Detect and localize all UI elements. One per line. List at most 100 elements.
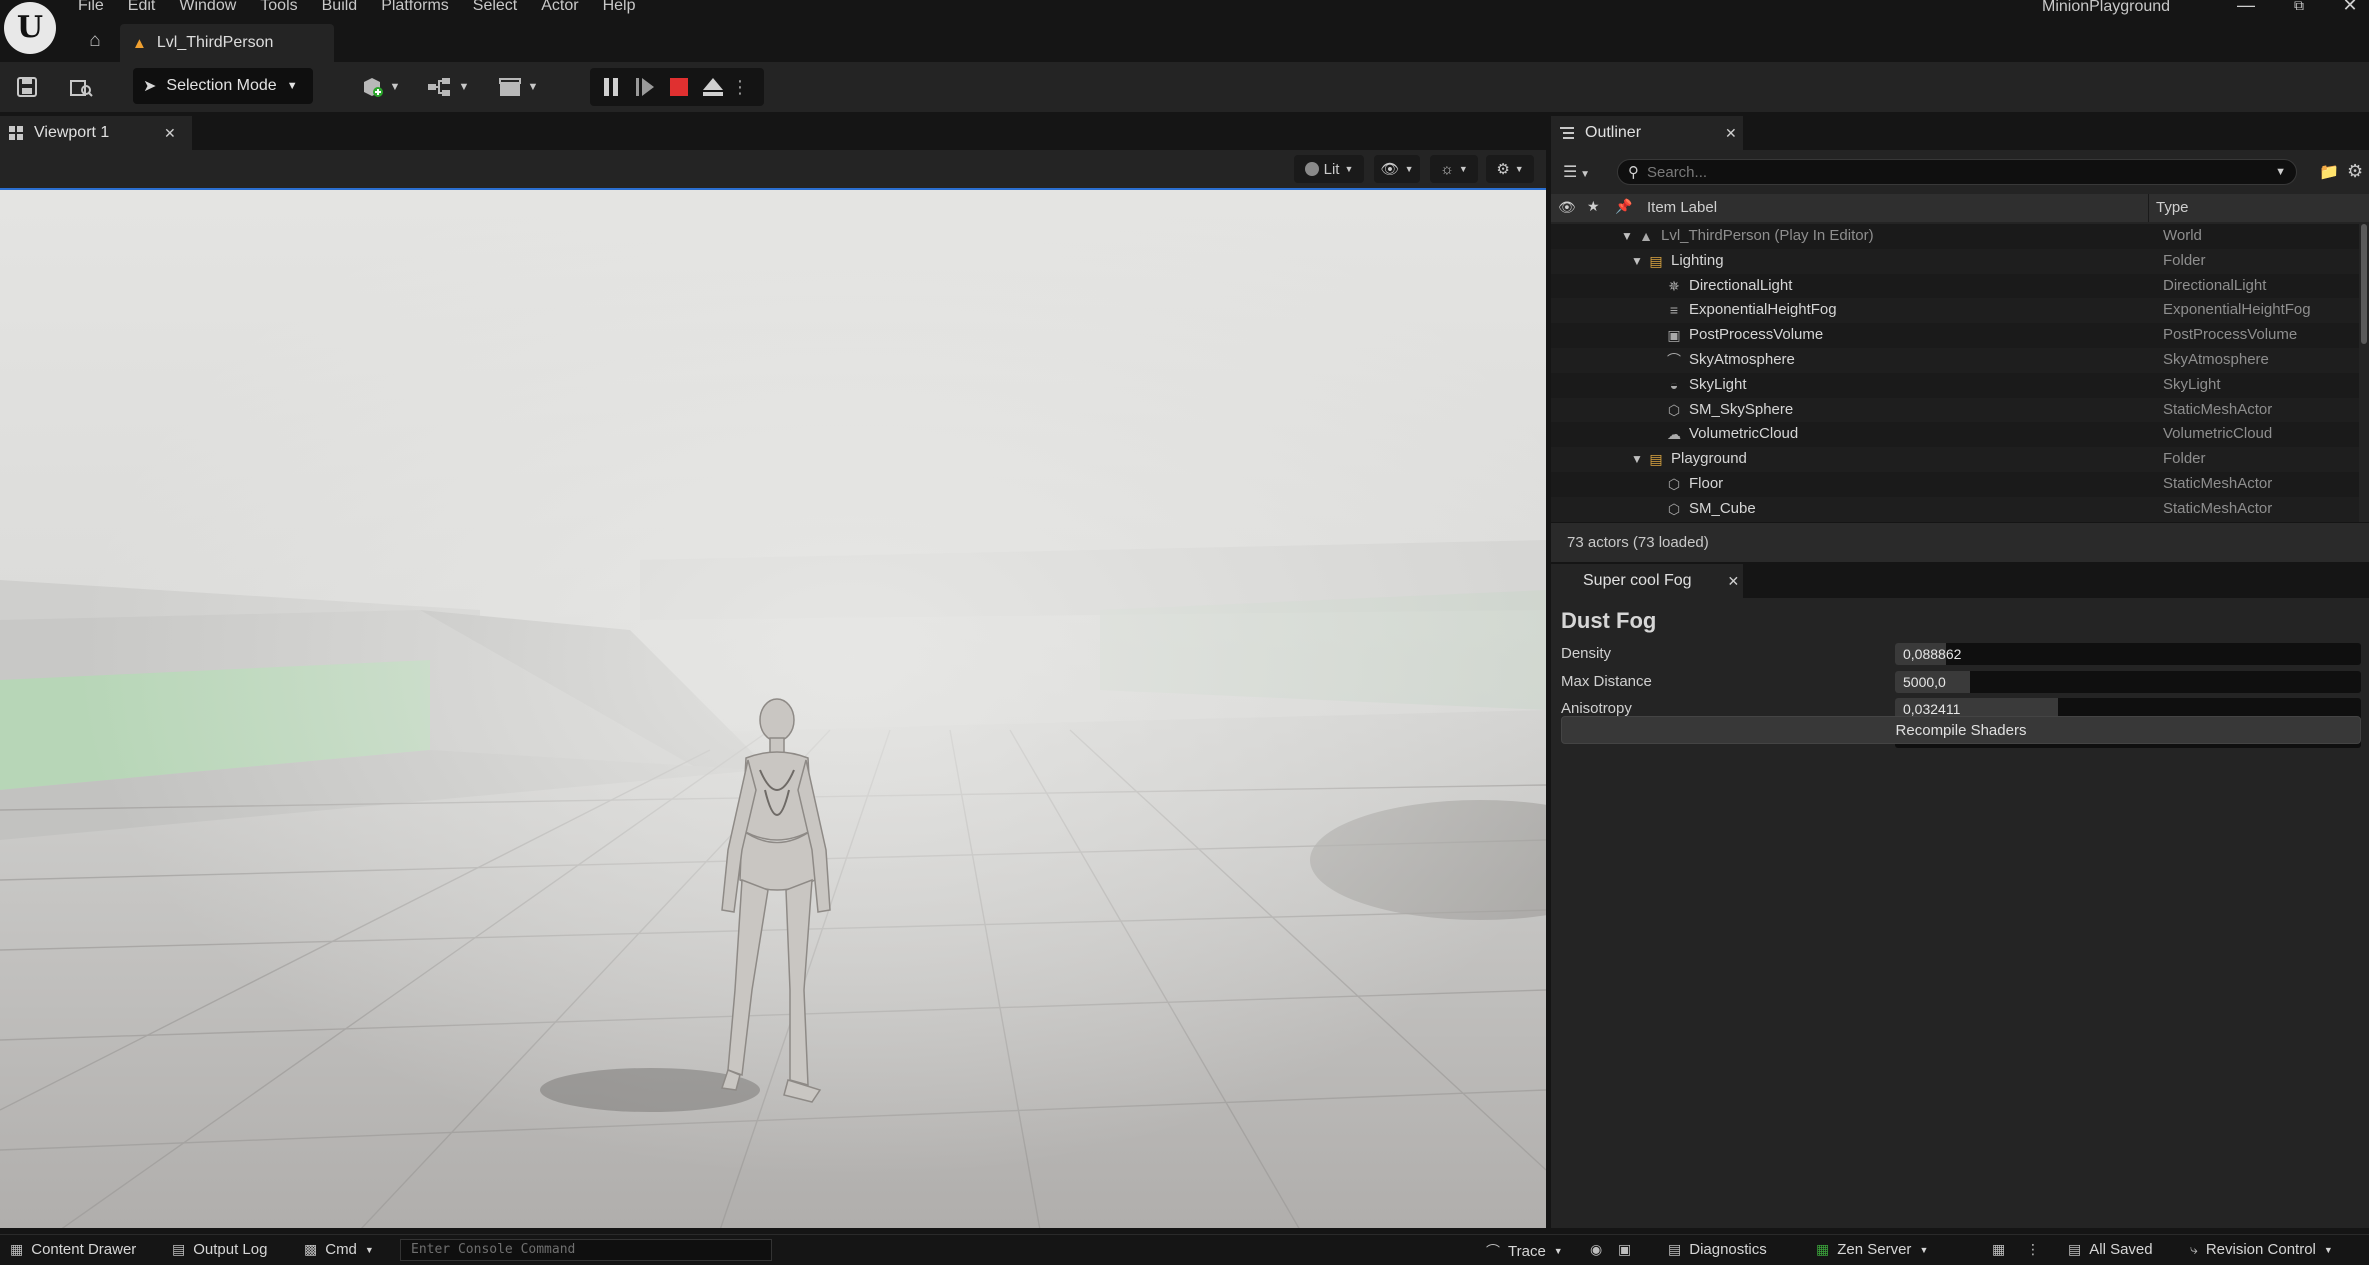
add-folder-icon[interactable]: 📁 [2319, 162, 2339, 182]
revision-control-dropdown[interactable]: ⤷ Revision Control ▼ [2190, 1241, 2333, 1258]
close-tab-icon[interactable]: ✕ [1728, 573, 1740, 590]
pause-icon[interactable] [598, 74, 624, 100]
revision-control-label: Revision Control [2205, 1241, 2316, 1258]
outliner-row[interactable]: ▣ PostProcessVolume PostProcessVolume [1551, 323, 2359, 348]
outliner-tab-label: Outliner [1585, 124, 1642, 141]
chevron-down-icon: ▼ [1404, 164, 1414, 174]
home-icon[interactable]: ⌂ [84, 30, 106, 52]
minimize-icon[interactable]: — [2226, 0, 2266, 16]
selection-mode-dropdown[interactable]: ➤ Selection Mode ▼ [133, 68, 313, 104]
menu-tools[interactable]: Tools [260, 0, 321, 16]
content-drawer-button[interactable]: ▦ Content Drawer [10, 1241, 136, 1258]
outliner-row[interactable]: ⬡ SM_Cube StaticMeshActor [1551, 496, 2359, 522]
outliner-row[interactable]: ≡ ExponentialHeightFog ExponentialHeightFo… [1551, 298, 2359, 324]
screenshot-icon[interactable]: ▣ [1618, 1241, 1631, 1258]
expand-arrow-icon[interactable]: ▼ [1621, 224, 1633, 248]
expand-arrow-icon[interactable]: ▼ [1631, 447, 1643, 471]
cmd-label: Cmd [325, 1241, 357, 1258]
pin-icon[interactable]: 📌 [1615, 198, 1632, 215]
outliner-row[interactable]: ⌒ SkyAtmosphere SkyAtmosphere [1551, 347, 2359, 373]
menu-actor[interactable]: Actor [541, 0, 602, 16]
outliner-row[interactable]: ▼ ▤ Lighting Folder [1551, 248, 2359, 274]
output-log-button[interactable]: ▤ Output Log [172, 1241, 267, 1258]
stop-icon[interactable] [666, 74, 692, 100]
visibility-column-eye-icon[interactable]: 👁 [1558, 199, 1576, 216]
outliner-item-type: SkyAtmosphere [2163, 350, 2269, 368]
details-title: Dust Fog [1561, 608, 1657, 633]
performance-scalability-dropdown[interactable]: ☼ ▼ [1430, 155, 1478, 183]
outliner-row[interactable]: ⬡ SM_SkySphere StaticMeshActor [1551, 397, 2359, 423]
star-icon[interactable]: ★ [1587, 198, 1600, 215]
cloud-icon: ☁ [1667, 426, 1681, 443]
recompile-shaders-button[interactable]: Recompile Shaders [1561, 716, 2361, 744]
outliner-item-label: Lvl_ThirdPerson (Play In Editor) [1661, 227, 1874, 244]
record-icon[interactable]: ◉ [1590, 1241, 1602, 1258]
viewport-settings-dropdown[interactable]: ⚙ ▼ [1486, 155, 1534, 183]
outliner-row[interactable]: ✵ DirectionalLight DirectionalLight [1551, 274, 2359, 299]
close-window-icon[interactable]: ✕ [2330, 0, 2369, 16]
outliner-item-label: Lighting [1671, 251, 1724, 269]
viewport-scene[interactable] [0, 188, 1546, 1228]
property-value-field[interactable]: 5000,0 [1895, 670, 2361, 693]
zen-server-dropdown[interactable]: ▦ Zen Server ▼ [1816, 1241, 1928, 1258]
outliner-row[interactable]: ⬡ Floor StaticMeshActor [1551, 472, 2359, 497]
close-tab-icon[interactable]: ✕ [164, 125, 176, 142]
view-mode-dropdown[interactable]: Lit ▼ [1294, 155, 1364, 183]
level-tab[interactable]: ▲ Lvl_ThirdPerson [120, 24, 334, 62]
settings-gear-icon[interactable]: ⚙ [2347, 161, 2363, 182]
add-actor-button[interactable]: ▼ [356, 72, 404, 102]
cmd-dropdown[interactable]: ▩ Cmd ▼ [304, 1241, 374, 1258]
output-log-label: Output Log [193, 1241, 268, 1258]
menu-help[interactable]: Help [603, 0, 660, 16]
cinematics-button[interactable]: ▼ [494, 72, 542, 102]
menu-select[interactable]: Select [473, 0, 541, 16]
property-value-field[interactable]: 0,088862 [1895, 643, 2361, 665]
menu-build[interactable]: Build [322, 0, 382, 16]
show-flags-dropdown[interactable]: 👁 ▼ [1374, 155, 1420, 183]
trace-dropdown[interactable]: ⌒ Trace ▼ [1486, 1241, 1563, 1261]
outliner-item-label: ExponentialHeightFog [1689, 301, 1837, 319]
eject-icon[interactable] [700, 74, 726, 100]
outliner-row[interactable]: ▼ ▲ Lvl_ThirdPerson (Play In Editor) World [1551, 224, 2359, 249]
tab-super-cool-fog[interactable]: Super cool Fog ✕ [1551, 564, 1743, 598]
filter-icon[interactable]: ☰ ▼ [1563, 162, 1590, 182]
console-command-input[interactable]: Enter Console Command [400, 1239, 772, 1261]
close-tab-icon[interactable]: ✕ [1725, 125, 1737, 142]
diagnostics-button[interactable]: ▤ Diagnostics [1668, 1241, 1767, 1258]
unreal-logo-icon[interactable]: U [4, 2, 56, 54]
outliner-scrollbar[interactable] [2361, 224, 2367, 344]
tab-outliner[interactable]: Outliner ✕ [1551, 116, 1743, 150]
outliner-row[interactable]: ◒ SkyLight SkyLight [1551, 373, 2359, 398]
stats-icon[interactable]: ▦ [1992, 1241, 2005, 1258]
viewport-toolbar: Lit ▼ 👁 ▼ ☼ ▼ ⚙ ▼ [0, 150, 1546, 188]
blueprint-button[interactable]: ▼ [424, 72, 472, 102]
tab-viewport-1[interactable]: Viewport 1 ✕ [0, 116, 192, 150]
static-mesh-icon: ⬡ [1667, 475, 1681, 492]
outliner-search-input[interactable]: ⚲ Search... ▼ [1617, 159, 2297, 185]
column-item-label[interactable]: Item Label [1647, 199, 1717, 216]
outliner-row[interactable]: ☁ VolumetricCloud VolumetricCloud [1551, 422, 2359, 447]
browse-content-icon[interactable] [66, 72, 96, 102]
all-saved-label: All Saved [2089, 1241, 2153, 1258]
more-options-icon[interactable]: ⋮ [730, 74, 750, 100]
more-options-icon[interactable]: ⋮ [2026, 1241, 2040, 1258]
all-saved-button[interactable]: ▤ All Saved [2068, 1241, 2153, 1258]
menu-file[interactable]: File [78, 0, 128, 16]
menu-window[interactable]: Window [179, 0, 260, 16]
column-divider [2148, 194, 2149, 222]
outliner-item-type: SkyLight [2163, 375, 2221, 393]
menu-platforms[interactable]: Platforms [381, 0, 473, 16]
expand-arrow-icon[interactable]: ▼ [1631, 249, 1643, 273]
save-icon[interactable] [12, 72, 42, 102]
column-type[interactable]: Type [2156, 199, 2189, 216]
restore-icon[interactable]: ⧉ [2279, 0, 2319, 16]
folder-icon: ▤ [1649, 252, 1663, 269]
chevron-down-icon[interactable]: ▼ [2275, 166, 2296, 178]
frame-skip-icon[interactable] [632, 74, 658, 100]
menu-edit[interactable]: Edit [128, 0, 180, 16]
main-menu: File Edit Window Tools Build Platforms S… [78, 0, 660, 16]
outliner-row[interactable]: ▼ ▤ Playground Folder [1551, 447, 2359, 472]
chevron-down-icon: ▼ [286, 80, 298, 92]
outliner-item-type: StaticMeshActor [2163, 499, 2273, 517]
viewport-tab-label: Viewport 1 [34, 124, 110, 141]
